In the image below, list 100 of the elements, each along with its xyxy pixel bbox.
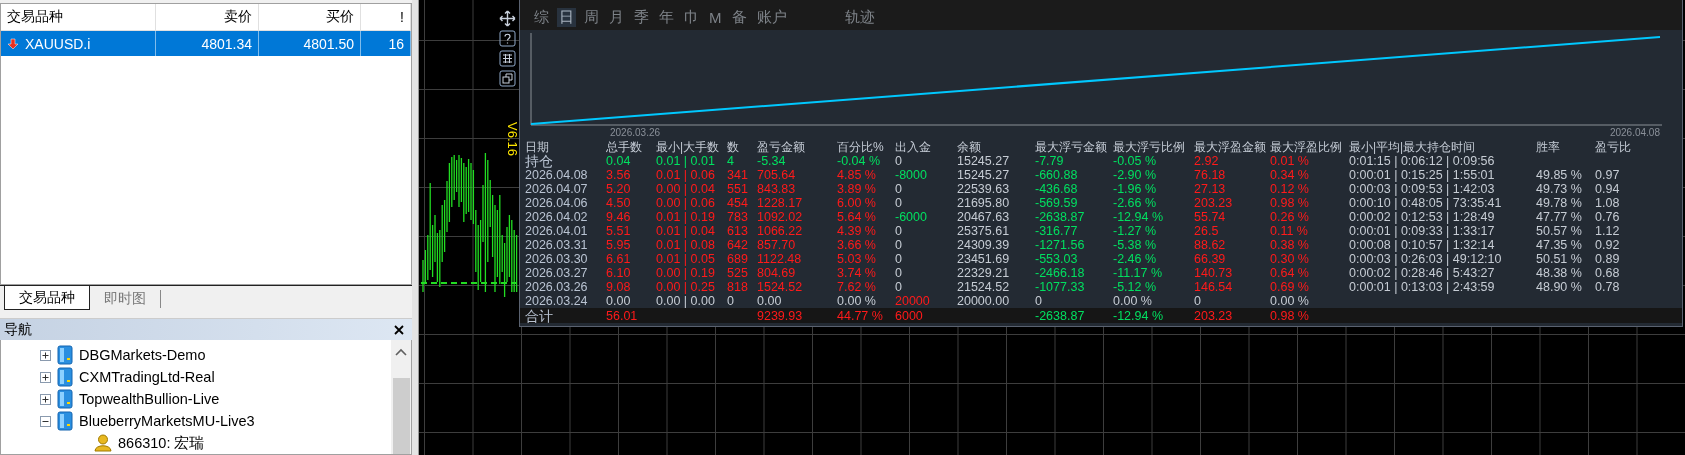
table-cell-text: 0.76	[1595, 210, 1621, 224]
period-tab[interactable]: 轨迹	[842, 8, 877, 27]
table-cell-text: 0:00:08 | 0:10:57 | 1:32:14	[1349, 238, 1496, 252]
table-cell-text: 50.51 %	[1536, 252, 1583, 266]
table-cell-text: -2466.18	[1035, 266, 1086, 280]
table-cell-text: 0	[895, 224, 903, 238]
scrollbar-thumb[interactable]	[392, 378, 410, 454]
table-cell-text: 2026.03.27	[525, 266, 589, 280]
table-cell-text: 3.89 %	[837, 182, 877, 196]
table-cell-text: 2026.03.31	[525, 238, 589, 252]
period-tab[interactable]: 账户	[754, 8, 789, 27]
table-cell-text: 49.73 %	[1536, 182, 1583, 196]
table-cell-text: 0	[1035, 294, 1043, 308]
table-cell-text: -2638.87	[1035, 210, 1086, 224]
column-header: 最大浮盈金额	[1194, 140, 1267, 154]
table-cell-text: 0.34 %	[1270, 168, 1310, 182]
table-cell-text: 0.26 %	[1270, 210, 1310, 224]
column-header[interactable]: 买价	[259, 4, 361, 30]
table-cell-text: -11.17 %	[1113, 266, 1164, 280]
table-cell-text: 525	[727, 266, 749, 280]
move-icon[interactable]	[499, 10, 516, 27]
table-cell-text: 20467.63	[957, 210, 1011, 224]
table-cell-text: 0.00 %	[1113, 294, 1153, 308]
table-cell-text: 21524.52	[957, 280, 1011, 294]
column-header: 最小|平均|最大持仓时间	[1349, 140, 1477, 154]
table-cell-text: 705.64	[757, 168, 797, 182]
column-header[interactable]: !	[361, 4, 411, 30]
table-cell-text: 2026.03.24	[525, 294, 589, 308]
table-cell-text: 48.38 %	[1536, 266, 1583, 280]
table-cell-text: -8000	[895, 168, 928, 182]
table-cell-text: 0	[895, 238, 903, 252]
table-cell-text: 0.98 %	[1270, 196, 1310, 210]
table-cell-text: 613	[727, 224, 749, 238]
table-cell-text: 0.11 %	[1270, 224, 1309, 238]
table-cell-text: 2026.04.01	[525, 224, 589, 238]
table-cell-text: 818	[727, 280, 749, 294]
period-tab[interactable]: 周	[582, 8, 601, 27]
table-cell-text: 3.74 %	[837, 266, 877, 280]
scroll-up-icon[interactable]	[395, 348, 407, 356]
column-header[interactable]: 交易品种	[1, 4, 156, 30]
user-icon	[94, 434, 112, 452]
tree-item[interactable]: TopwealthBullion-Live	[18, 388, 391, 410]
table-cell-text: 27.13	[1194, 182, 1227, 196]
column-header[interactable]: 卖价	[156, 4, 259, 30]
version-label: V6.16	[505, 122, 520, 156]
table-cell-text: 50.57 %	[1536, 224, 1583, 238]
table-cell-text: 0:01:15 | 0:06:12 | 0:09:56	[1349, 154, 1496, 168]
server-name: TopwealthBullion-Live	[79, 391, 220, 407]
table-cell-text: 0.00 | 0.25	[656, 280, 716, 294]
table-cell-text: 4	[727, 154, 735, 168]
period-tab[interactable]: 备	[729, 8, 749, 27]
table-cell-text: 783	[727, 210, 749, 224]
panel-tab[interactable]: 交易品种	[4, 286, 90, 310]
table-cell-text: -6000	[895, 210, 928, 224]
column-header: 日期	[525, 140, 550, 154]
period-tab[interactable]: 综	[532, 8, 551, 27]
restore-icon[interactable]	[499, 70, 516, 87]
table-cell-text: 9.08	[606, 280, 632, 294]
period-tab[interactable]: 巾	[682, 8, 701, 27]
server-name: DBGMarkets-Demo	[79, 347, 206, 363]
table-cell-text: 0:00:01 | 0:15:25 | 1:55:01	[1349, 168, 1496, 182]
table-cell-text: 47.35 %	[1536, 238, 1583, 252]
tree-item[interactable]: 866310: 宏瑞	[18, 432, 391, 454]
table-cell-text: 22539.63	[957, 182, 1011, 196]
table-cell-text: 2026.03.26	[525, 280, 589, 294]
grid-icon[interactable]	[499, 50, 516, 67]
column-header: 胜率	[1536, 140, 1561, 154]
table-cell-text: 0	[1194, 294, 1202, 308]
bid-price: 4801.34	[201, 35, 252, 52]
table-cell-text: 0.01 | 0.05	[656, 252, 716, 266]
table-cell-text: 15245.27	[957, 154, 1011, 168]
spread-value: 16	[388, 35, 404, 52]
table-cell-text: 0.01 | 0.08	[656, 238, 716, 252]
table-cell-text: -1077.33	[1035, 280, 1086, 294]
close-button[interactable]	[392, 322, 406, 337]
table-cell-text: 5.51	[606, 224, 632, 238]
collapse-icon[interactable]	[40, 415, 51, 427]
expand-icon[interactable]	[40, 371, 51, 383]
period-tab[interactable]: M	[707, 8, 724, 27]
table-cell-text: -12.94 %	[1113, 308, 1165, 323]
symbol-row[interactable]: XAUUSD.i 4801.34 4801.50 16	[1, 31, 411, 56]
table-cell-text: 6000	[895, 308, 924, 323]
table-cell-text: -2.90 %	[1113, 168, 1158, 182]
tree-item[interactable]: CXMTradingLtd-Real	[18, 366, 391, 388]
table-cell-text: -316.77	[1035, 224, 1079, 238]
tree-item[interactable]: BlueberryMarketsMU-Live3	[18, 410, 391, 432]
period-tab[interactable]: 年	[657, 8, 676, 27]
table-cell-text: 9.46	[606, 210, 632, 224]
server-icon	[57, 367, 73, 387]
help-icon[interactable]	[499, 30, 516, 47]
expand-icon[interactable]	[40, 349, 51, 361]
period-tab[interactable]: 季	[632, 8, 651, 27]
tree-item[interactable]: DBGMarkets-Demo	[18, 344, 391, 366]
expand-icon[interactable]	[40, 393, 51, 405]
table-cell-text: 2026.04.02	[525, 210, 589, 224]
table-cell-text: -1.96 %	[1113, 182, 1158, 196]
period-tab[interactable]: 月	[607, 8, 626, 27]
table-cell-text: 0:00:03 | 0:26:03 | 49:12:10	[1349, 252, 1503, 266]
period-tab[interactable]: 日	[557, 8, 576, 27]
table-cell-text: 0.97	[1595, 168, 1621, 182]
